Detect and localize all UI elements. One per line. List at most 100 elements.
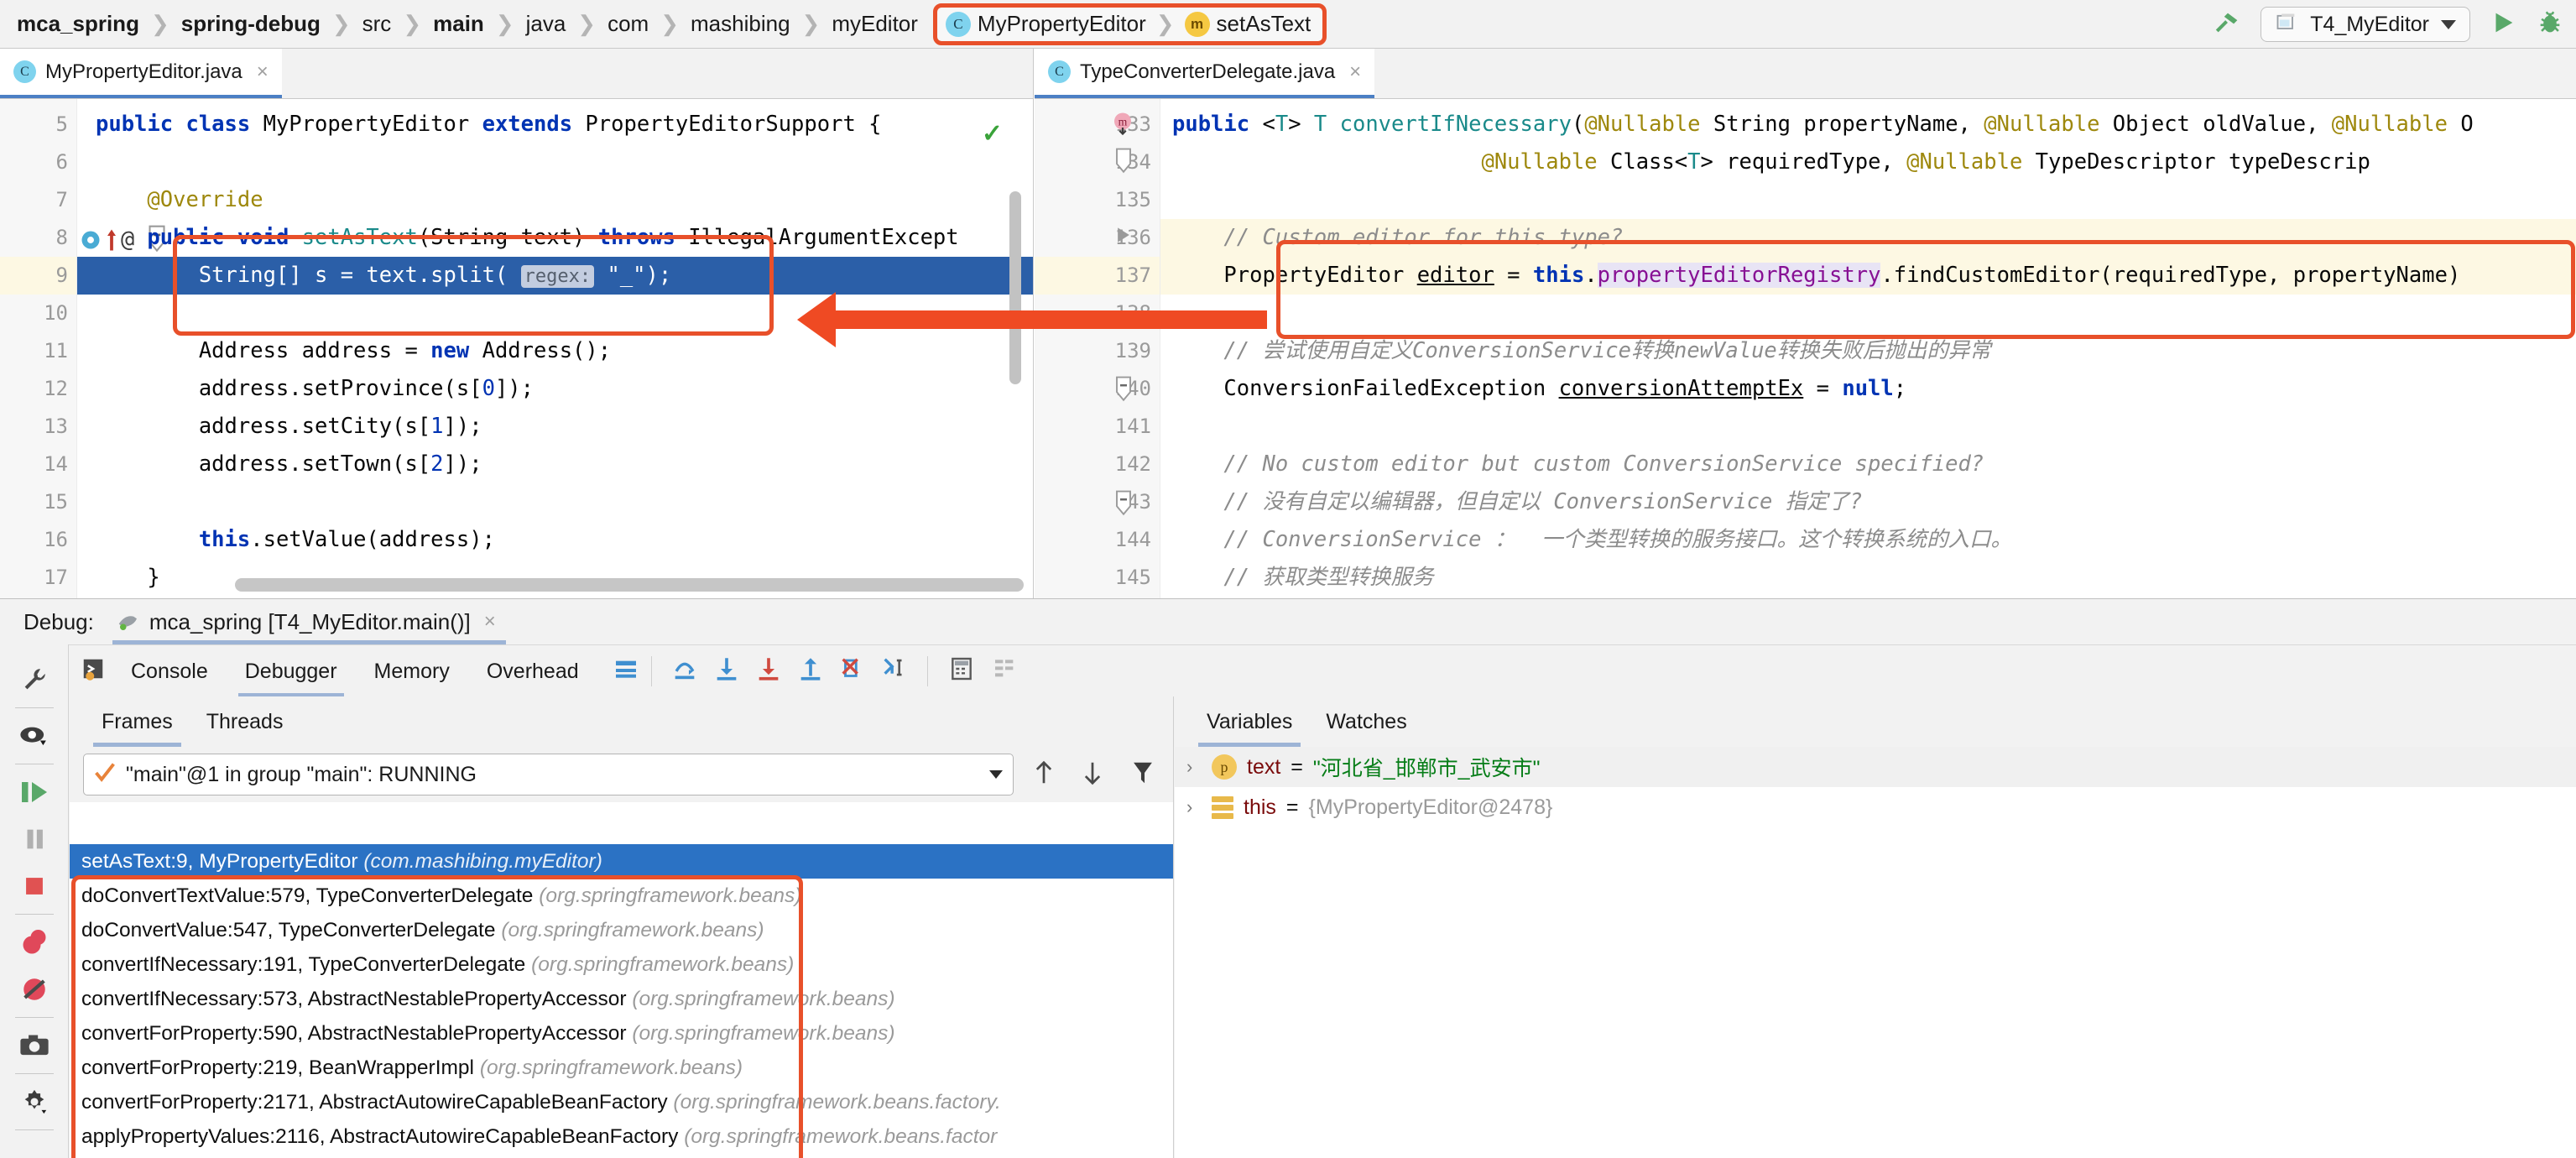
code-view-right[interactable]: 133 134 135 136 137 138 139 140 141 142 … [1035,99,2576,598]
line-number: 15 [44,490,68,514]
filter-icon[interactable] [1123,760,1163,790]
breadcrumb-item-class[interactable]: C MyPropertyEditor [945,11,1146,37]
code-line: public class MyPropertyEditor extends Pr… [96,112,882,137]
frame-package: (com.mashibing.myEditor) [363,850,602,873]
table-row[interactable]: convertForProperty:219, BeanWrapperImpl … [70,1051,1173,1085]
tab-variables[interactable]: Variables [1190,696,1309,747]
overridden-method-icon[interactable]: m [1110,111,1135,140]
table-row[interactable]: doConvertValue:547, TypeConverterDelegat… [70,913,1173,947]
breadcrumb-item-project[interactable]: mca_spring [7,11,149,37]
editor-tab-typeconverterdelegate[interactable]: C TypeConverterDelegate.java × [1035,49,1375,98]
thread-selector[interactable]: "main"@1 in group "main": RUNNING [83,754,1014,795]
mute-breakpoints-icon[interactable] [992,655,1019,686]
settings-gear-icon[interactable] [8,1078,61,1125]
editor-tab-label: TypeConverterDelegate.java [1080,60,1336,83]
tab-memory[interactable]: Memory [356,645,468,697]
camera-snapshot-icon[interactable] [8,1022,61,1069]
breadcrumb-item-main[interactable]: main [423,11,494,37]
tab-threads[interactable]: Threads [190,696,300,747]
run-to-cursor-icon[interactable] [880,655,909,687]
table-row[interactable]: convertForProperty:590, AbstractNestable… [70,1016,1173,1051]
pause-program-icon[interactable] [8,816,61,863]
tab-debugger[interactable]: Debugger [227,645,356,697]
breadcrumb-separator-icon: ❯ [150,11,169,36]
line-number: 9 [0,257,76,295]
editor-horizontal-scrollbar[interactable] [235,578,1024,592]
stop-program-icon[interactable] [8,863,61,910]
table-row[interactable]: doConvertTextValue:579, TypeConverterDel… [70,879,1173,913]
arrow-up-icon[interactable] [1025,760,1062,790]
tab-frames[interactable]: Frames [85,696,190,747]
table-row[interactable]: convertIfNecessary:573, AbstractNestable… [70,982,1173,1016]
editor-pane-left: C MyPropertyEditor.java × 5 6 7 8 9 10 1… [0,49,1267,598]
table-row[interactable]: applyPropertyValues:2116, AbstractAutowi… [70,1119,1173,1154]
breadcrumb-item-java[interactable]: java [516,11,576,37]
close-icon[interactable]: × [1349,60,1361,84]
gutter-left[interactable]: 5 6 7 8 9 10 11 12 13 14 15 16 17 [0,99,77,598]
view-breakpoints-icon[interactable] [8,919,61,966]
step-out-icon[interactable] [796,655,825,687]
chevron-right-icon[interactable]: › [1186,756,1202,778]
editor-tab-mypropertyeditor[interactable]: C MyPropertyEditor.java × [0,49,282,98]
chevron-down-icon [2441,19,2456,29]
list-item[interactable]: › this = {MyPropertyEditor@2478} [1175,787,2576,827]
code-line: // 没有自定以编辑器，但自定以 ConversionService 指定了? [1223,489,1863,514]
list-item[interactable]: › p text = "河北省_邯郸市_武安市" [1175,747,2576,787]
table-row[interactable]: populateBean:1783, AbstractAutowireCapab… [70,1154,1173,1158]
step-into-icon[interactable] [712,655,741,687]
frame-package: (org.springframework.beans) [539,884,802,907]
breadcrumb-item-mashibing[interactable]: mashibing [681,11,800,37]
code-folding-icon[interactable] [1113,148,1134,179]
drop-frame-icon[interactable] [838,655,867,687]
evaluate-expression-icon[interactable] [948,655,975,686]
close-icon[interactable]: × [484,610,496,634]
watch-eye-icon[interactable] [8,712,61,759]
breadcrumb-item-module[interactable]: spring-debug [171,11,331,37]
run-configuration-selector[interactable]: T4_MyEditor [2261,7,2470,42]
table-row[interactable]: convertForProperty:2171, AbstractAutowir… [70,1085,1173,1119]
force-step-into-icon[interactable] [754,655,783,687]
line-number: 16 [44,528,68,551]
line-number: 5 [55,112,68,136]
tab-console[interactable]: Console [112,645,227,697]
breadcrumb-separator-icon: ❯ [801,11,821,36]
code-folding-icon[interactable] [1113,376,1134,407]
tab-watches[interactable]: Watches [1309,696,1423,747]
frame-label: convertIfNecessary:191, TypeConverterDel… [81,953,526,976]
resume-program-icon[interactable] [8,769,61,816]
step-over-icon[interactable] [670,655,699,687]
breadcrumb-item-src[interactable]: src [352,11,402,37]
table-row[interactable]: convertIfNecessary:191, TypeConverterDel… [70,947,1173,982]
tab-overhead[interactable]: Overhead [468,645,597,697]
editor-tabs-right: C TypeConverterDelegate.java × [1035,49,2576,99]
code-lines-right[interactable]: public <T> T convertIfNecessary(@Nullabl… [1160,99,2576,598]
mute-breakpoints-icon[interactable] [8,966,61,1013]
breadcrumb-item-method[interactable]: m setAsText [1184,11,1311,37]
table-row[interactable]: setAsText:9, MyPropertyEditor (com.mashi… [70,844,1173,879]
debug-session-tab[interactable]: mca_spring [T4_MyEditor.main()] × [106,599,506,644]
breadcrumb-item-com[interactable]: com [597,11,659,37]
call-stack-list[interactable]: setAsText:9, MyPropertyEditor (com.mashi… [70,844,1173,1158]
debug-bug-icon[interactable] [2536,8,2564,41]
frame-label: convertForProperty:590, AbstractNestable… [81,1022,627,1045]
console-toggle-icon[interactable] [81,656,106,686]
code-lines-left[interactable]: public class MyPropertyEditor extends Pr… [77,99,1033,598]
editor-vertical-scrollbar[interactable] [1009,191,1021,384]
line-number: 14 [44,452,68,476]
code-view-left[interactable]: 5 6 7 8 9 10 11 12 13 14 15 16 17 @ publ… [0,99,1033,598]
arrow-down-icon[interactable] [1074,760,1111,790]
code-folding-icon[interactable] [1113,490,1134,521]
breadcrumb-item-myeditor[interactable]: myEditor [821,11,928,37]
line-number: 6 [55,150,68,174]
wrench-settings-icon[interactable] [8,656,61,703]
run-play-icon[interactable] [2489,8,2517,41]
close-icon[interactable]: × [257,60,269,84]
hammer-icon[interactable] [2214,8,2242,41]
layout-settings-icon[interactable] [613,655,639,686]
line-number: 11 [44,339,68,363]
inspection-status-icon[interactable]: ✓ [982,119,1003,149]
chevron-right-icon[interactable]: › [1186,796,1202,818]
method-icon: m [1184,11,1210,37]
